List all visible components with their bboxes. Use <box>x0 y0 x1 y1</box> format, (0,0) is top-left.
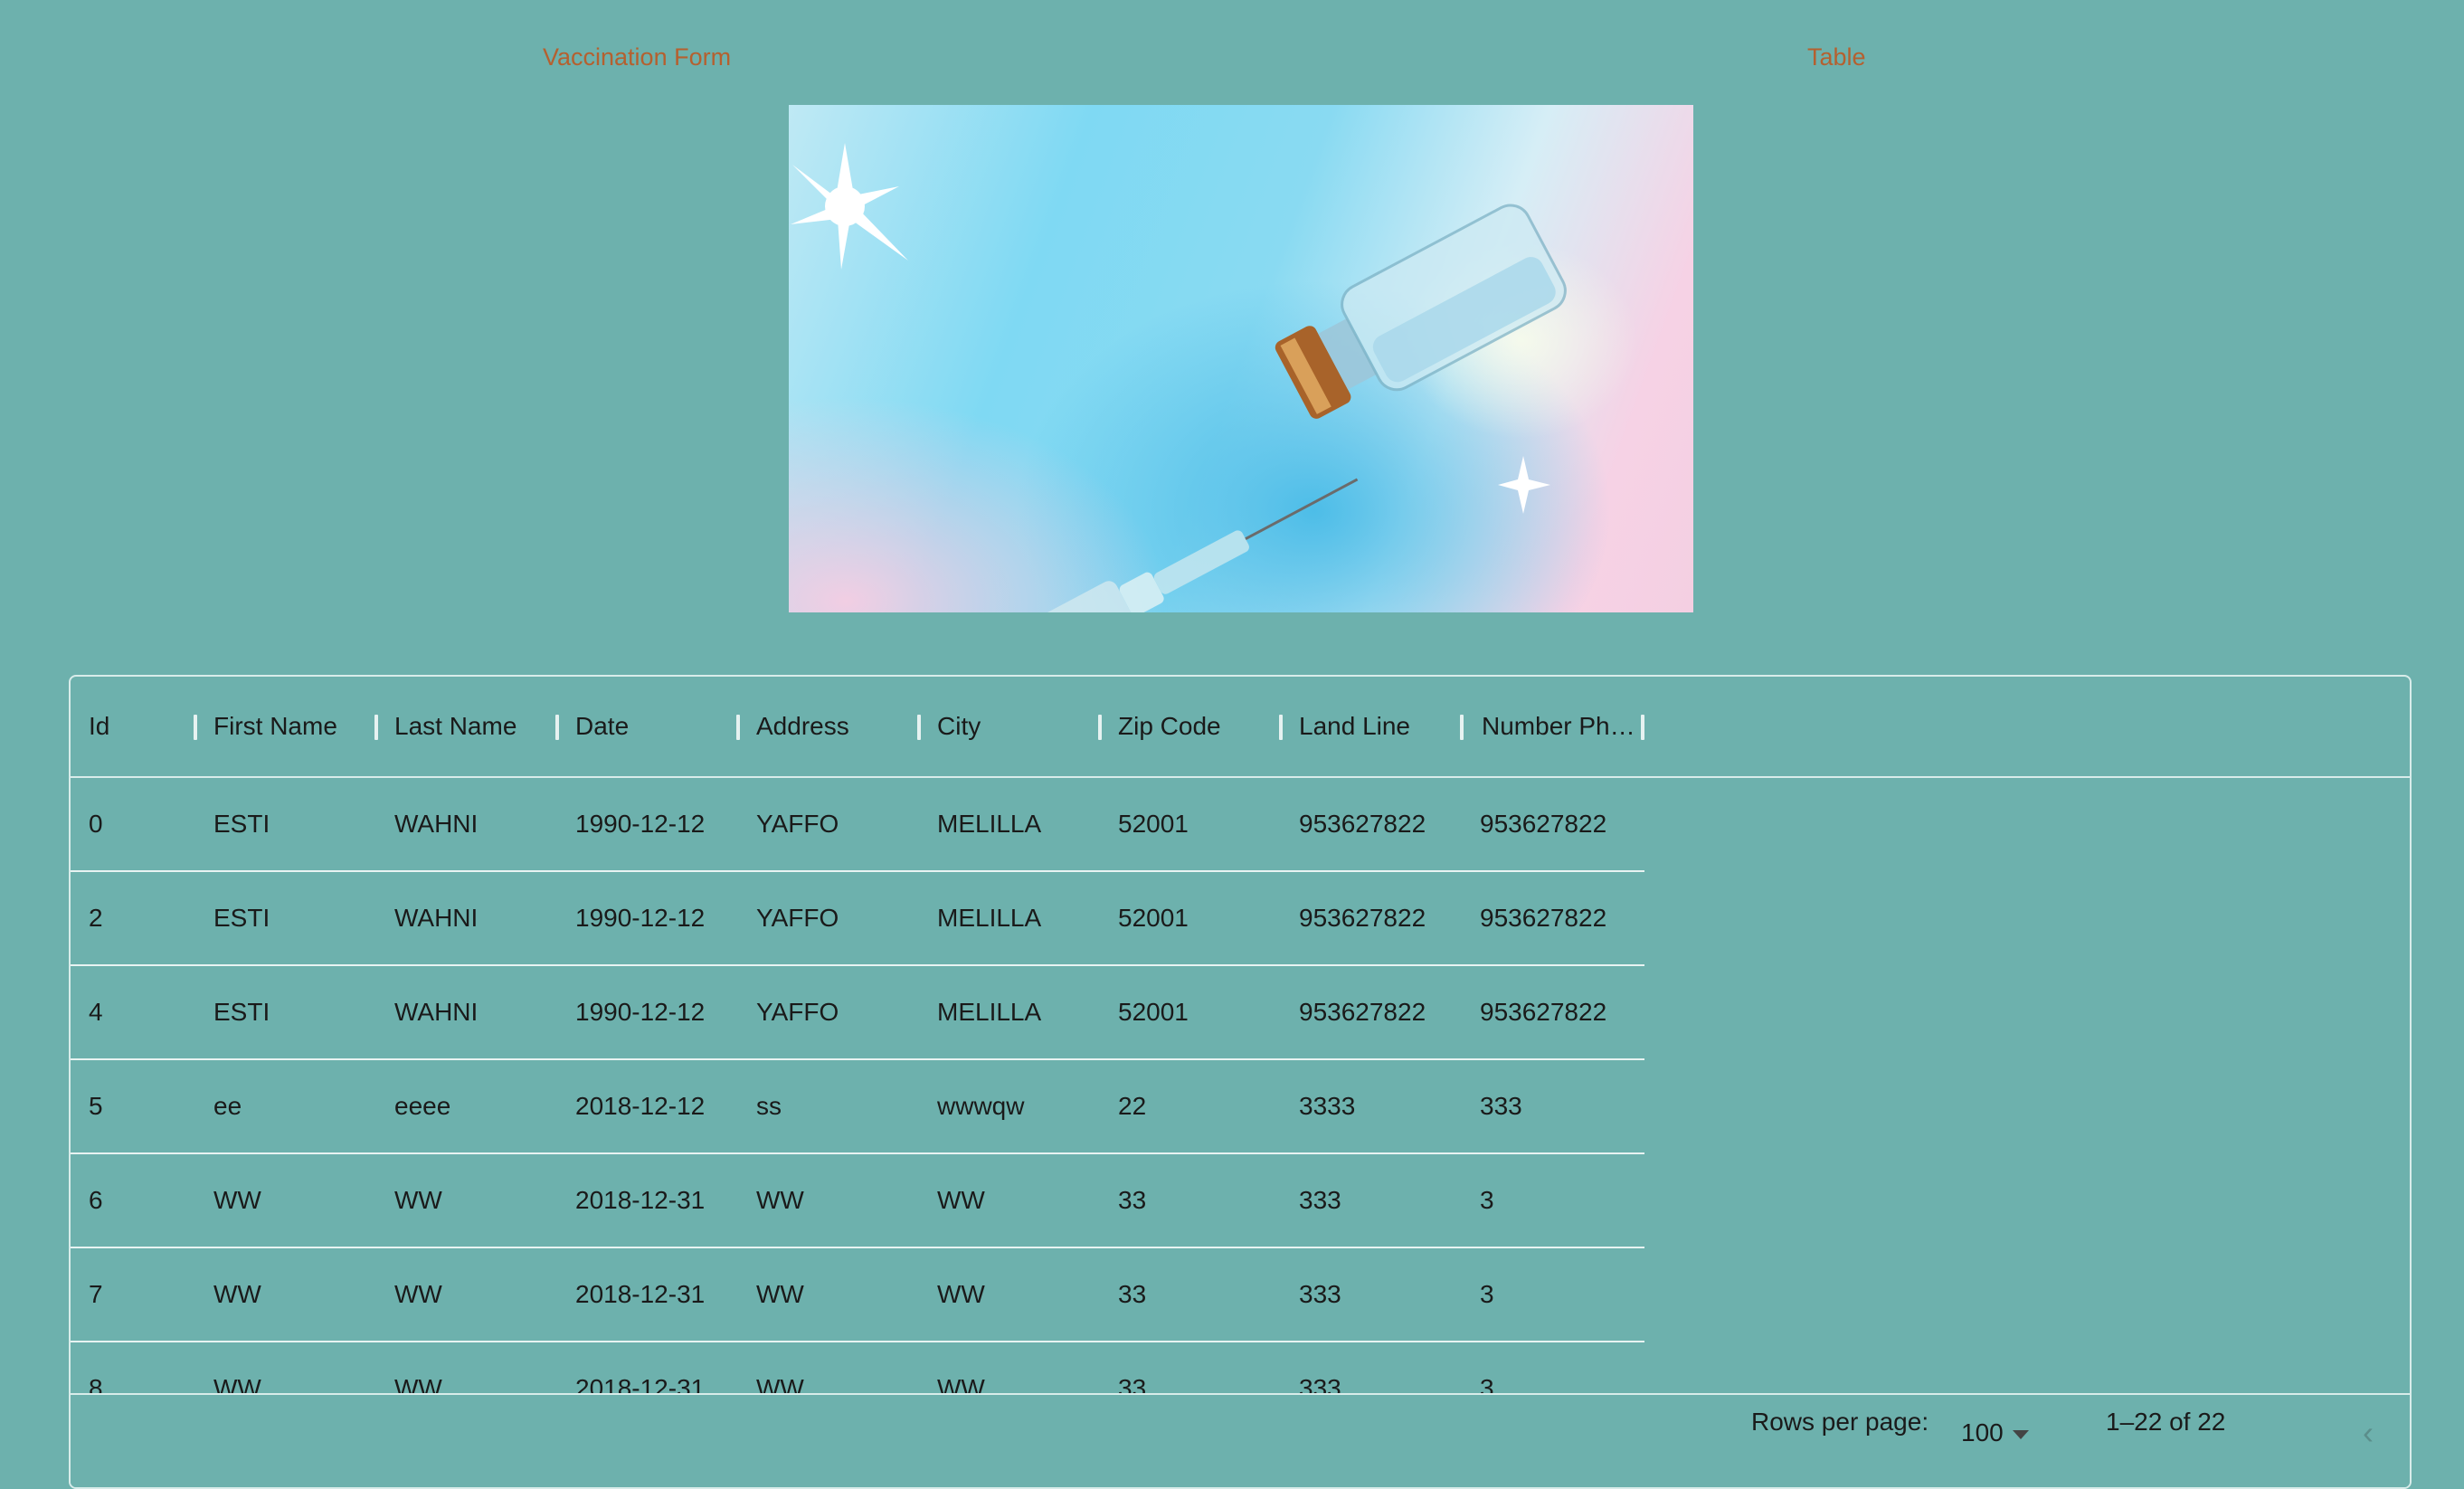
cell-city[interactable]: wwwqw <box>919 1060 1100 1152</box>
cell-id[interactable]: 7 <box>71 1248 195 1341</box>
rows-per-page-value: 100 <box>1961 1418 2004 1446</box>
cell-last-name[interactable]: WW <box>376 1248 557 1341</box>
nav-link-table[interactable]: Table <box>1807 43 1866 71</box>
cell-first-name[interactable]: ESTI <box>195 966 376 1058</box>
cell-date[interactable]: 2018-12-31 <box>557 1248 738 1341</box>
cell-address[interactable]: YAFFO <box>738 966 919 1058</box>
table-row[interactable]: 4 ESTI WAHNI 1990-12-12 YAFFO MELILLA 52001 953… <box>71 966 1644 1060</box>
cell-address[interactable]: YAFFO <box>738 872 919 964</box>
cell-first-name[interactable]: ee <box>195 1060 376 1152</box>
column-header-last-name[interactable]: Last Name <box>376 677 557 776</box>
rows-per-page-label: Rows per page: <box>1751 1408 1929 1436</box>
cell-first-name[interactable]: ESTI <box>195 778 376 870</box>
cell-date[interactable]: 1990-12-12 <box>557 872 738 964</box>
column-header-land-line[interactable]: Land Line <box>1281 677 1462 776</box>
cell-first-name[interactable]: WW <box>195 1248 376 1341</box>
cell-id[interactable]: 4 <box>71 966 195 1058</box>
cell-id[interactable]: 0 <box>71 778 195 870</box>
cell-date[interactable]: 2018-12-12 <box>557 1060 738 1152</box>
vaccine-hero-image <box>789 105 1693 612</box>
cell-zip-code[interactable]: 52001 <box>1100 778 1281 870</box>
cell-zip-code[interactable]: 22 <box>1100 1060 1281 1152</box>
table-row[interactable]: 6 WW WW 2018-12-31 WW WW 33 333 3 <box>71 1154 1644 1248</box>
column-resize-handle[interactable] <box>1641 715 1644 740</box>
cell-date[interactable]: 1990-12-12 <box>557 966 738 1058</box>
cell-city[interactable]: MELILLA <box>919 872 1100 964</box>
column-header-first-name[interactable]: First Name <box>195 677 376 776</box>
cell-land-line[interactable]: 953627822 <box>1281 966 1462 1058</box>
cell-last-name[interactable]: WAHNI <box>376 778 557 870</box>
cell-date[interactable]: 2018-12-31 <box>557 1154 738 1247</box>
table-row[interactable]: 5 ee eeee 2018-12-12 ss wwwqw 22 3333 333 <box>71 1060 1644 1154</box>
cell-address[interactable]: WW <box>738 1248 919 1341</box>
cell-first-name[interactable]: ESTI <box>195 872 376 964</box>
cell-number-phone[interactable]: 3 <box>1462 1154 1644 1247</box>
column-header-id[interactable]: Id <box>71 677 197 776</box>
cell-number-phone[interactable]: 953627822 <box>1462 778 1644 870</box>
cell-id[interactable]: 5 <box>71 1060 195 1152</box>
cell-address[interactable]: YAFFO <box>738 778 919 870</box>
column-header-date[interactable]: Date <box>557 677 738 776</box>
cell-zip-code[interactable]: 52001 <box>1100 872 1281 964</box>
column-header-zip-code[interactable]: Zip Code <box>1100 677 1281 776</box>
column-header-address[interactable]: Address <box>738 677 919 776</box>
previous-page-button[interactable]: ‹ <box>2350 1415 2386 1451</box>
cell-land-line[interactable]: 333 <box>1281 1248 1462 1341</box>
cell-number-phone[interactable]: 3 <box>1462 1248 1644 1341</box>
cell-land-line[interactable]: 333 <box>1281 1154 1462 1247</box>
table-row[interactable]: 2 ESTI WAHNI 1990-12-12 YAFFO MELILLA 52001 953… <box>71 872 1644 966</box>
cell-address[interactable]: WW <box>738 1154 919 1247</box>
cell-city[interactable]: MELILLA <box>919 966 1100 1058</box>
chevron-down-icon <box>2012 1429 2029 1439</box>
cell-city[interactable]: WW <box>919 1248 1100 1341</box>
cell-zip-code[interactable]: 33 <box>1100 1248 1281 1341</box>
cell-last-name[interactable]: WAHNI <box>376 872 557 964</box>
cell-id[interactable]: 6 <box>71 1154 195 1247</box>
cell-date[interactable]: 1990-12-12 <box>557 778 738 870</box>
cell-land-line[interactable]: 953627822 <box>1281 872 1462 964</box>
column-header-city[interactable]: City <box>919 677 1100 776</box>
cell-zip-code[interactable]: 33 <box>1100 1154 1281 1247</box>
cell-id[interactable]: 2 <box>71 872 195 964</box>
cell-last-name[interactable]: WAHNI <box>376 966 557 1058</box>
table-row[interactable]: 7 WW WW 2018-12-31 WW WW 33 333 3 <box>71 1248 1644 1342</box>
cell-land-line[interactable]: 953627822 <box>1281 778 1462 870</box>
cell-city[interactable]: WW <box>919 1154 1100 1247</box>
cell-zip-code[interactable]: 52001 <box>1100 966 1281 1058</box>
vaccination-data-grid: Id First Name Last Name Date Address Cit… <box>69 675 2412 1489</box>
cell-number-phone[interactable]: 953627822 <box>1462 966 1644 1058</box>
table-row[interactable]: 0 ESTI WAHNI 1990-12-12 YAFFO MELILLA 52001 953… <box>71 778 1644 872</box>
cell-address[interactable]: ss <box>738 1060 919 1152</box>
grid-header: Id First Name Last Name Date Address Cit… <box>71 677 2410 778</box>
cell-last-name[interactable]: WW <box>376 1154 557 1247</box>
nav-link-vaccination-form[interactable]: Vaccination Form <box>543 43 731 71</box>
cell-first-name[interactable]: WW <box>195 1154 376 1247</box>
pagination-range: 1–22 of 22 <box>2106 1408 2226 1436</box>
cell-number-phone[interactable]: 953627822 <box>1462 872 1644 964</box>
cell-number-phone[interactable]: 333 <box>1462 1060 1644 1152</box>
cell-land-line[interactable]: 3333 <box>1281 1060 1462 1152</box>
column-header-number-phone[interactable]: Number Ph… <box>1464 677 1641 776</box>
cell-city[interactable]: MELILLA <box>919 778 1100 870</box>
grid-pagination-footer: Rows per page: 100 1–22 of 22 ‹ › <box>71 1393 2410 1487</box>
rows-per-page-select[interactable]: 100 <box>1961 1418 2029 1447</box>
cell-last-name[interactable]: eeee <box>376 1060 557 1152</box>
